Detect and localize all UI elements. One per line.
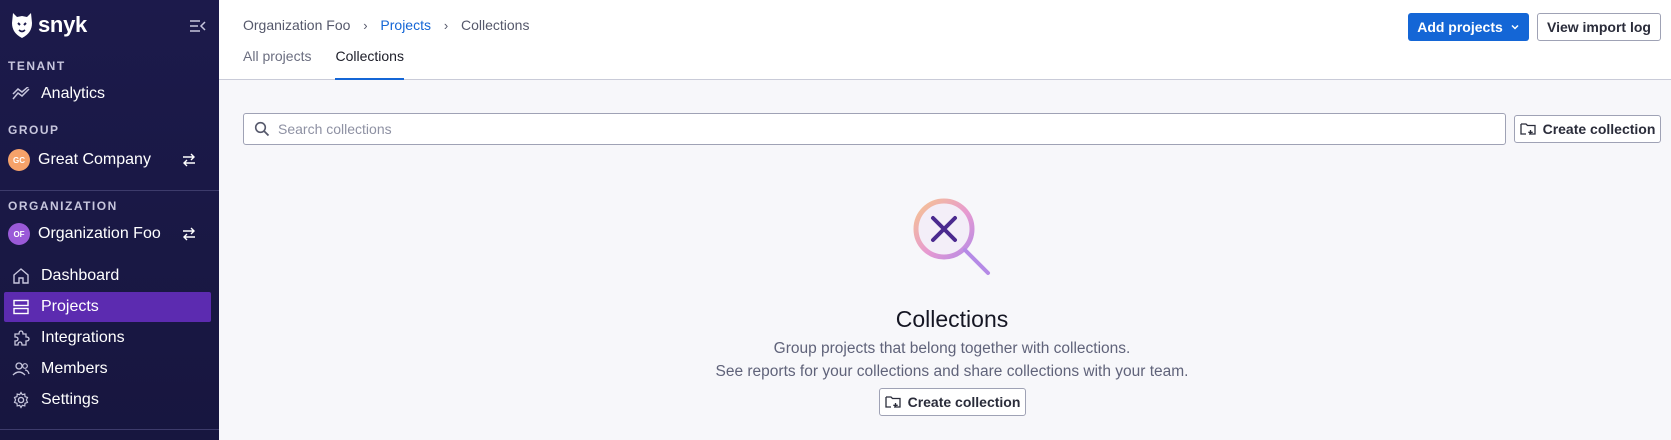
breadcrumb-projects[interactable]: Projects [380,17,431,33]
create-collection-label: Create collection [1542,121,1656,137]
sidebar-divider [0,190,219,191]
group-avatar: GC [8,149,30,171]
collapse-sidebar-icon[interactable] [189,17,207,35]
analytics-icon [11,84,31,104]
tab-all-projects[interactable]: All projects [243,48,311,80]
chevron-right-icon: › [443,17,449,33]
sidebar-item-integrations[interactable]: Integrations [4,323,211,353]
breadcrumb: Organization Foo › Projects › Collection… [243,17,529,33]
chevron-down-icon [1511,24,1519,30]
gear-icon [11,390,31,410]
home-icon [11,266,31,286]
breadcrumb-collections: Collections [460,17,530,33]
breadcrumb-organization[interactable]: Organization Foo [243,17,350,33]
tab-collections[interactable]: Collections [335,48,404,80]
sidebar-item-label: Integrations [41,329,125,346]
projects-icon [11,297,31,317]
members-icon [11,359,31,379]
switch-group-icon[interactable] [181,152,197,168]
organization-section-label: ORGANIZATION [8,199,118,213]
create-collection-label: Create collection [907,394,1021,410]
snyk-dog-icon [12,13,32,38]
add-projects-label: Add projects [1417,19,1503,35]
add-folder-icon [884,396,901,408]
group-section-label: GROUP [8,123,60,137]
create-collection-button[interactable]: Create collection [1514,115,1661,143]
group-name: Great Company [38,151,151,168]
empty-state-description: Group projects that belong together with… [619,338,1285,383]
tab-bar: All projects Collections [243,48,404,80]
search-box[interactable] [243,113,1506,145]
sidebar-item-dashboard[interactable]: Dashboard [4,261,211,291]
group-switcher[interactable]: GC Great Company [4,145,211,175]
empty-state-line-2: See reports for your collections and sha… [715,362,1189,380]
search-input[interactable] [278,121,1478,137]
sidebar-item-label: Dashboard [41,267,120,284]
logo-row: snyk [0,0,219,52]
organization-switcher[interactable]: OF Organization Foo [4,219,211,249]
sidebar-item-members[interactable]: Members [4,354,211,384]
switch-organization-icon[interactable] [181,226,197,242]
snyk-logo[interactable]: snyk [10,11,87,39]
sidebar-item-label: Projects [41,298,99,315]
sidebar-item-settings[interactable]: Settings [4,385,211,415]
empty-state-title: Collections [895,306,1009,332]
sidebar-item-label: Members [41,360,108,377]
empty-state-line-1: Group projects that belong together with… [773,340,1131,357]
view-import-log-button[interactable]: View import log [1537,13,1661,41]
add-folder-icon [1519,123,1536,135]
sidebar-divider [0,429,219,430]
empty-state-create-collection-button[interactable]: Create collection [879,388,1026,416]
sidebar-item-label: Analytics [41,85,106,102]
organization-name: Organization Foo [38,225,161,242]
sidebar-item-analytics[interactable]: Analytics [4,79,211,109]
tenant-section-label: TENANT [8,59,66,73]
no-results-magnifier-icon [913,198,990,275]
sidebar: snyk TENANT Analytics GROUP GC Great Com… [0,0,219,440]
brand-name: snyk [38,12,87,37]
organization-avatar: OF [8,223,30,245]
add-projects-button[interactable]: Add projects [1408,13,1529,41]
sidebar-item-label: Settings [41,391,99,408]
search-icon [254,121,270,137]
puzzle-icon [11,328,31,348]
sidebar-item-projects[interactable]: Projects [4,292,211,322]
chevron-right-icon: › [363,17,368,33]
